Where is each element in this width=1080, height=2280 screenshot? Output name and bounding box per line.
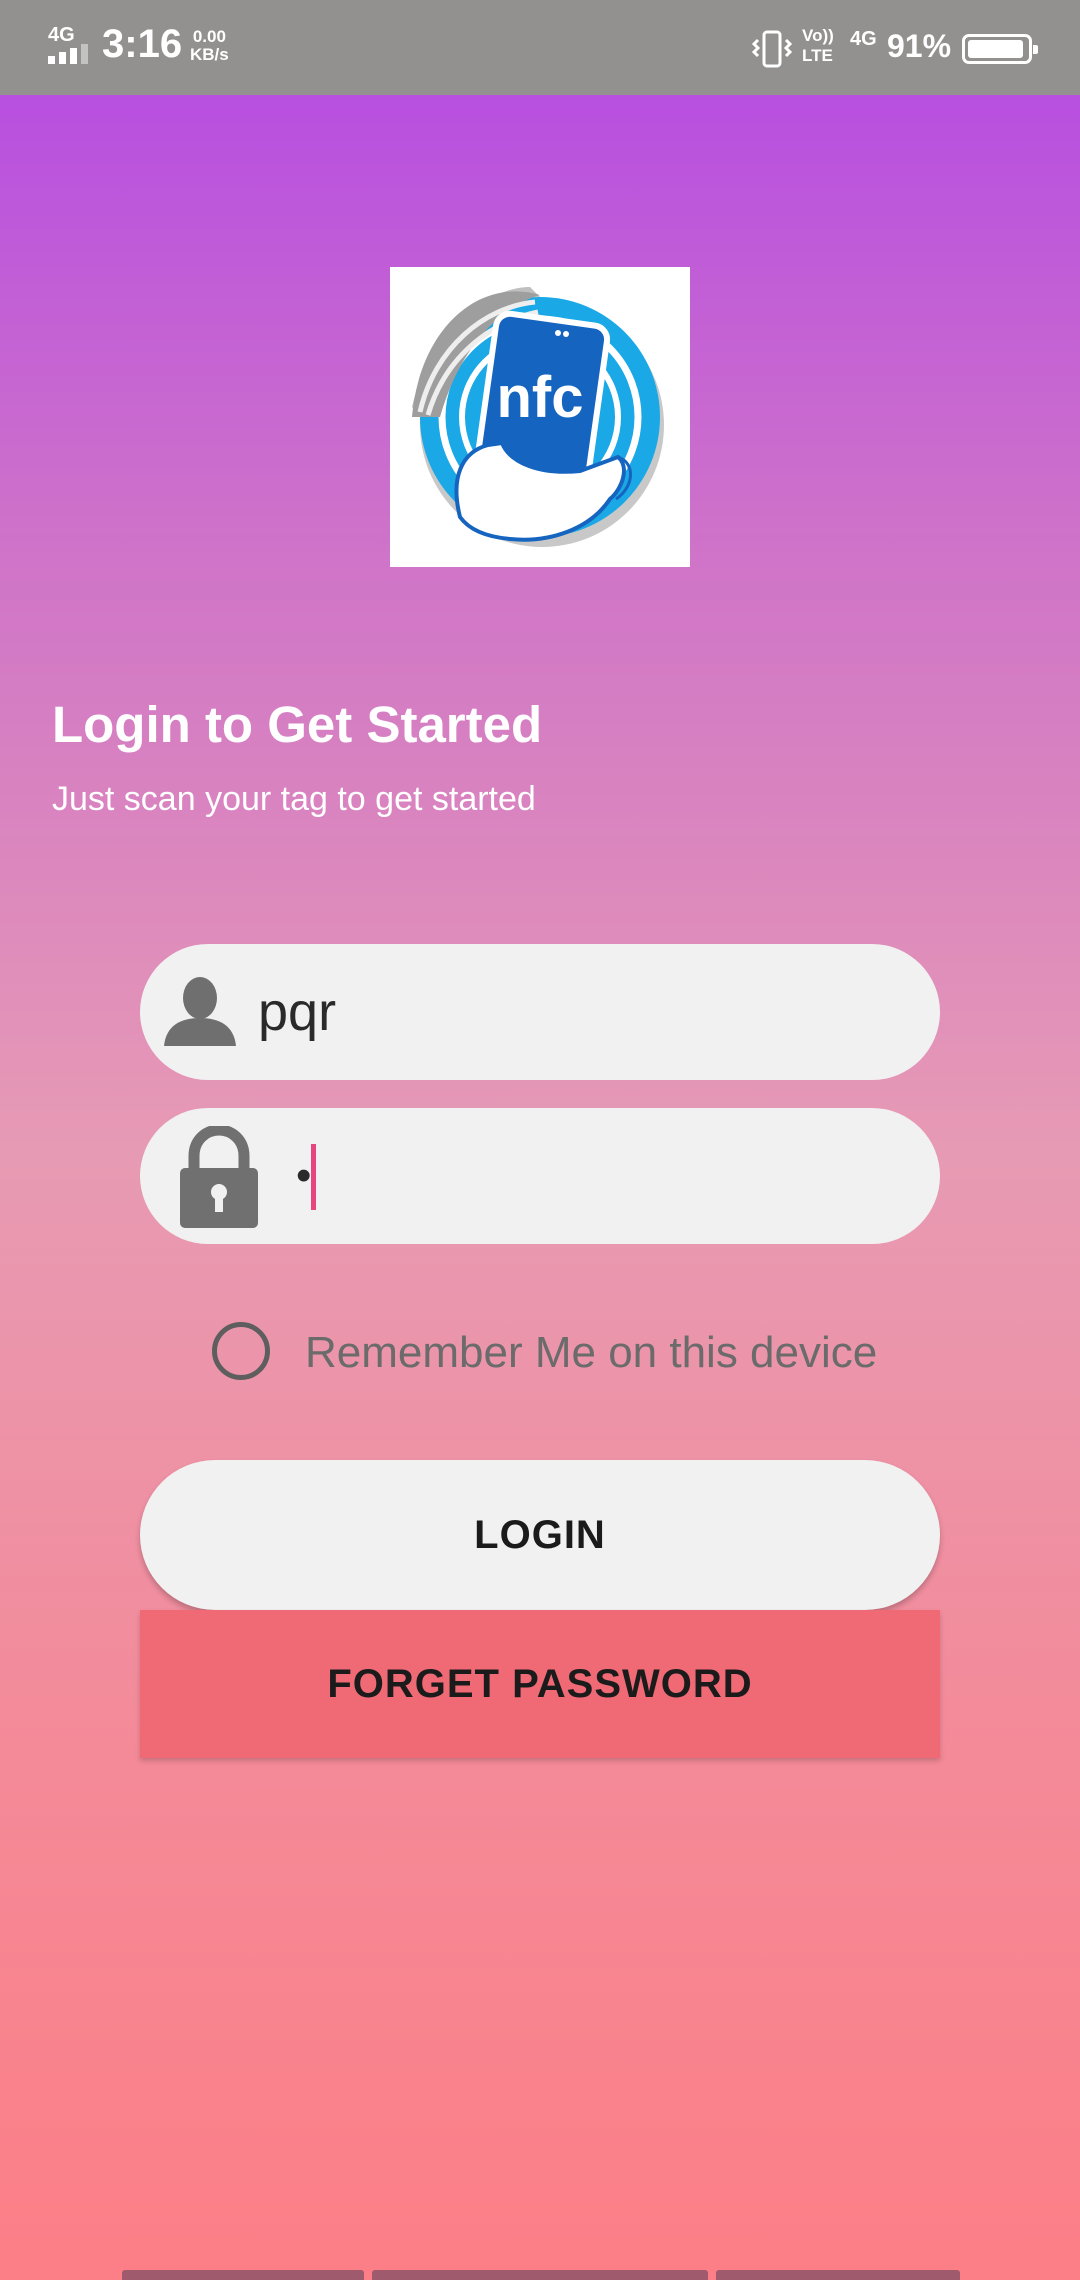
forget-password-button[interactable]: FORGET PASSWORD — [140, 1610, 940, 1758]
status-bar: 4G 3:16 0.00 KB/s Vo)) LTE 4G 91% — [0, 0, 1080, 95]
remember-me-radio[interactable] — [212, 1322, 270, 1380]
lock-icon — [178, 1124, 260, 1230]
password-field[interactable]: • — [140, 1108, 940, 1244]
page-subtitle: Just scan your tag to get started — [52, 780, 536, 818]
clock: 3:16 — [102, 22, 183, 66]
text-cursor — [311, 1144, 316, 1210]
remember-me-label: Remember Me on this device — [305, 1328, 878, 1377]
bottom-edge-tab — [716, 2270, 960, 2280]
signal-icon: 4G — [44, 24, 92, 68]
speed-value: 0.00 — [192, 27, 226, 46]
battery-icon — [962, 34, 1038, 64]
network-type: 4G — [48, 24, 75, 46]
app-logo: nfc — [390, 267, 690, 567]
battery-percent: 91% — [887, 28, 952, 64]
speed-unit: KB/s — [190, 45, 229, 64]
page-title: Login to Get Started — [52, 696, 543, 753]
network-speed: 0.00 KB/s — [190, 28, 229, 64]
login-button[interactable]: LOGIN — [140, 1460, 940, 1610]
volte-indicator: Vo)) LTE — [802, 26, 834, 66]
nfc-logo-icon: nfc — [412, 287, 664, 547]
data-type: 4G — [850, 28, 877, 50]
username-input[interactable]: pqr — [258, 944, 336, 1080]
volte-top: Vo)) — [802, 26, 834, 45]
volte-bottom: LTE — [802, 46, 833, 65]
user-icon — [160, 974, 240, 1046]
remember-me-option[interactable]: Remember Me on this device — [212, 1320, 912, 1384]
bottom-edge-tab — [122, 2270, 364, 2280]
bottom-edge-tab — [372, 2270, 708, 2280]
vibrate-icon — [751, 30, 793, 68]
password-input[interactable]: • — [296, 1108, 311, 1244]
logo-text: nfc — [497, 365, 584, 430]
username-field[interactable]: pqr — [140, 944, 940, 1080]
